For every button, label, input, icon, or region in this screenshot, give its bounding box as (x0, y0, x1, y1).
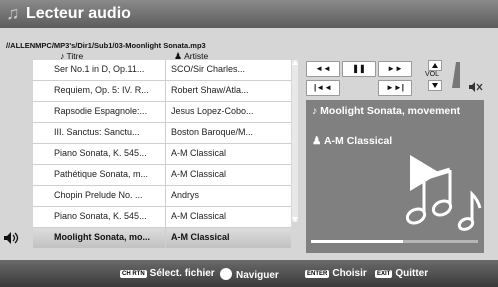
track-artist: Jesus Lopez-Cobo... (171, 106, 254, 116)
rewind-icon: ◄◄ (315, 64, 331, 73)
volume-label: VOL (425, 71, 440, 78)
footer-navigate-label: Naviguer (236, 270, 279, 281)
navigation-pad-icon (220, 268, 232, 280)
skip-previous-icon: |◄◄ (313, 83, 333, 92)
column-divider (165, 60, 166, 80)
speaker-icon (4, 232, 19, 244)
track-title: Chopin Prelude No. ... (54, 190, 143, 200)
title-bar: ♫ Lecteur audio (0, 0, 498, 28)
scroll-up-arrow-icon[interactable] (292, 60, 298, 65)
exit-key-icon: EXIT (375, 270, 393, 278)
track-artist: Andrys (171, 190, 200, 200)
now-playing-artist-row: ♟ A-M Classical (312, 135, 392, 147)
previous-track-button[interactable]: |◄◄ (306, 80, 340, 96)
footer-quit: EXIT Quitter (375, 268, 428, 279)
track-title: Rapsodie Espagnole:... (54, 106, 148, 116)
footer-choose: ENTER Choisir (305, 268, 367, 279)
track-title: Piano Sonata, K. 545... (54, 211, 147, 221)
progress-bar[interactable] (311, 240, 478, 243)
column-divider (165, 102, 166, 122)
footer-navigate: Naviguer (220, 268, 279, 281)
music-note-icon: ♪ (312, 105, 321, 117)
now-playing-panel: ♪ Moolight Sonata, movement ♟ A-M Classi… (306, 100, 484, 253)
audio-player-window: ♫ Lecteur audio //ALLENMPC/MP3's/Dir1/Su… (0, 0, 498, 287)
footer-bar: CH RTN Sélect. fichier Naviguer ENTER Choi… (0, 260, 498, 287)
enter-key-icon: ENTER (305, 270, 330, 278)
skip-next-icon: ►►| (385, 83, 405, 92)
music-notes-icon (405, 167, 482, 231)
track-title: III. Sanctus: Sanctu... (54, 127, 140, 137)
volume-up-button[interactable] (428, 60, 442, 71)
track-artist: A-M Classical (171, 232, 230, 242)
track-title: Requiem, Op. 5: IV. R... (54, 85, 149, 95)
pause-icon: ❚❚ (352, 64, 366, 73)
column-divider (165, 144, 166, 164)
track-title: Pathétique Sonata, m... (54, 169, 149, 179)
track-row[interactable]: Chopin Prelude No. ... Andrys (33, 185, 291, 206)
track-row[interactable]: Moolight Sonata, mo... A-M Classical (4, 227, 291, 248)
music-note-icon: ♫ (6, 3, 20, 23)
track-artist: Robert Shaw/Atla... (171, 85, 249, 95)
fast-forward-button[interactable]: ►► (378, 61, 412, 77)
window-title: Lecteur audio (26, 5, 131, 22)
track-artist: Boston Baroque/M... (171, 127, 254, 137)
track-title: Piano Sonata, K. 545... (54, 148, 147, 158)
track-row[interactable]: Piano Sonata, K. 545... A-M Classical (33, 143, 291, 164)
ch-rtn-key-icon: CH RTN (120, 270, 147, 278)
footer-select-file: CH RTN Sélect. fichier (120, 268, 215, 279)
column-divider (165, 228, 166, 248)
column-divider (165, 123, 166, 143)
now-playing-title: Moolight Sonata, movement (320, 105, 461, 117)
track-artist: A-M Classical (171, 211, 227, 221)
column-divider (165, 81, 166, 101)
track-row[interactable]: Requiem, Op. 5: IV. R... Robert Shaw/Atla… (33, 80, 291, 101)
track-title: Ser No.1 in D, Op.11... (54, 64, 145, 74)
track-title: Moolight Sonata, mo... (54, 232, 150, 242)
track-list: Ser No.1 in D, Op.11... SCO/Sir Charles..… (4, 60, 291, 248)
footer-choose-label: Choisir (332, 268, 367, 279)
now-playing-song: ♪ Moolight Sonata, movement (312, 105, 460, 117)
track-artist: A-M Classical (171, 169, 227, 179)
progress-bar-fill (311, 240, 403, 243)
column-divider (165, 186, 166, 206)
fast-forward-icon: ►► (387, 64, 403, 73)
person-icon: ♟ (312, 135, 324, 147)
track-artist: A-M Classical (171, 148, 227, 158)
track-row[interactable]: Piano Sonata, K. 545... A-M Classical (33, 206, 291, 227)
volume-down-button[interactable] (428, 80, 442, 91)
file-path: //ALLENMPC/MP3's/Dir1/Sub1/03-Moonlight … (6, 41, 206, 50)
next-track-button[interactable]: ►►| (378, 80, 412, 96)
rewind-button[interactable]: ◄◄ (306, 61, 340, 77)
track-list-scrollbar[interactable] (292, 60, 298, 222)
track-artist: SCO/Sir Charles... (171, 64, 246, 74)
track-row[interactable]: Pathétique Sonata, m... A-M Classical (33, 164, 291, 185)
track-row[interactable]: Rapsodie Espagnole:... Jesus Lopez-Cobo..… (33, 101, 291, 122)
track-row[interactable]: III. Sanctus: Sanctu... Boston Baroque/M.… (33, 122, 291, 143)
track-row[interactable]: Ser No.1 in D, Op.11... SCO/Sir Charles..… (33, 60, 291, 80)
mute-icon[interactable] (468, 81, 484, 93)
footer-quit-label: Quitter (395, 268, 429, 279)
pause-button[interactable]: ❚❚ (342, 61, 376, 77)
volume-level-icon (448, 62, 460, 88)
now-playing-artist: A-M Classical (323, 135, 393, 147)
column-divider (165, 165, 166, 185)
column-divider (165, 207, 166, 227)
footer-select-file-label: Sélect. fichier (149, 268, 215, 279)
scroll-down-arrow-icon[interactable] (292, 217, 298, 222)
